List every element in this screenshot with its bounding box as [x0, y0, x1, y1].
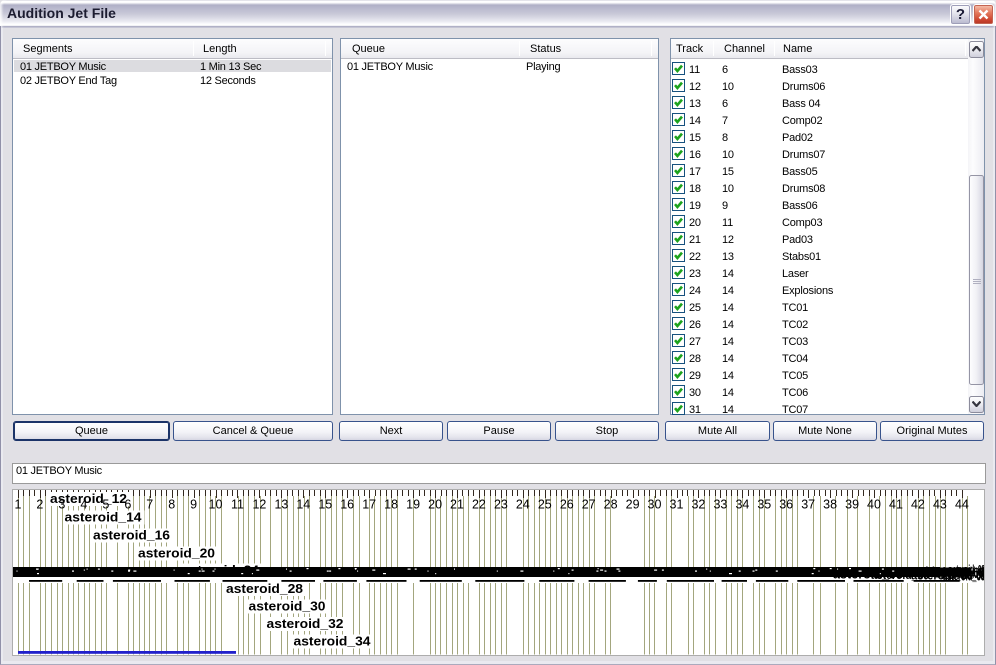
svg-text:34: 34 — [735, 498, 749, 512]
svg-text:23: 23 — [494, 498, 508, 512]
svg-text:11: 11 — [231, 498, 244, 512]
svg-text:32: 32 — [691, 498, 705, 512]
svg-text:asteroid_28: asteroid_28 — [226, 581, 303, 596]
svg-text:22: 22 — [472, 498, 486, 512]
svg-text:41: 41 — [889, 498, 903, 512]
svg-text:43: 43 — [933, 498, 947, 512]
svg-text:8: 8 — [168, 498, 175, 512]
svg-text:20: 20 — [428, 498, 442, 512]
svg-text:25: 25 — [538, 498, 552, 512]
svg-text:13: 13 — [274, 498, 288, 512]
svg-text:40: 40 — [867, 498, 881, 512]
svg-text:asteroid_14: asteroid_14 — [65, 510, 143, 525]
svg-text:9: 9 — [190, 498, 197, 512]
svg-text:37: 37 — [801, 498, 815, 512]
svg-text:asteroid_20: asteroid_20 — [138, 546, 215, 561]
svg-text:asteroid_12: asteroid_12 — [50, 491, 127, 506]
svg-text:17: 17 — [362, 498, 376, 512]
svg-text:30: 30 — [648, 498, 662, 512]
svg-text:36: 36 — [779, 498, 793, 512]
svg-text:31: 31 — [670, 498, 684, 512]
svg-text:asteroid_30: asteroid_30 — [249, 599, 326, 614]
svg-text:1: 1 — [15, 498, 22, 512]
svg-text:asteroid_16: asteroid_16 — [93, 528, 170, 543]
svg-text:35: 35 — [757, 498, 771, 512]
svg-text:21: 21 — [450, 498, 464, 512]
svg-text:42: 42 — [911, 498, 925, 512]
svg-text:39: 39 — [845, 498, 859, 512]
svg-text:7: 7 — [146, 498, 153, 512]
svg-text:2: 2 — [36, 498, 43, 512]
svg-text:44: 44 — [955, 498, 969, 512]
svg-text:27: 27 — [582, 498, 596, 512]
svg-text:16: 16 — [340, 498, 354, 512]
svg-text:19: 19 — [406, 498, 420, 512]
svg-text:28: 28 — [604, 498, 618, 512]
svg-text:asteroid_34: asteroid_34 — [294, 634, 372, 649]
svg-text:26: 26 — [560, 498, 574, 512]
svg-text:18: 18 — [384, 498, 398, 512]
svg-text:15: 15 — [318, 498, 332, 512]
svg-text:24: 24 — [516, 498, 530, 512]
svg-text:14: 14 — [296, 498, 310, 512]
svg-text:asteroid_68: asteroid_68 — [959, 565, 984, 581]
svg-text:asteroid_32: asteroid_32 — [267, 616, 344, 631]
svg-text:12: 12 — [252, 498, 266, 512]
svg-text:10: 10 — [209, 498, 223, 512]
svg-text:29: 29 — [626, 498, 640, 512]
svg-text:asteroid_68: asteroid_68 — [833, 566, 903, 582]
svg-text:33: 33 — [713, 498, 727, 512]
svg-text:38: 38 — [823, 498, 837, 512]
